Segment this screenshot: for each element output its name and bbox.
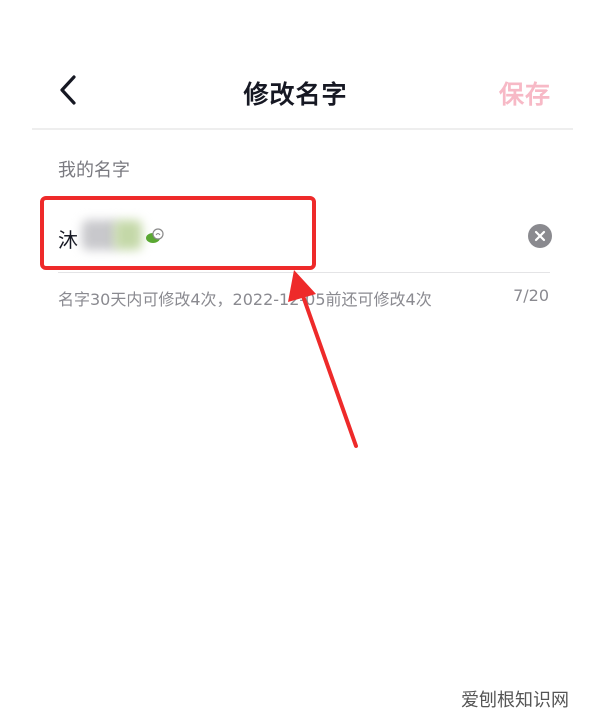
name-label: 我的名字 xyxy=(58,160,130,181)
header-divider xyxy=(32,128,573,130)
character-counter: 7/20 xyxy=(513,286,549,305)
input-underline xyxy=(58,272,550,273)
clear-circle-icon xyxy=(534,230,546,242)
clear-button[interactable] xyxy=(528,224,552,248)
save-button[interactable]: 保存 xyxy=(499,75,551,111)
annotation-highlight-box xyxy=(40,196,316,270)
top-bar: 修改名字 保存 xyxy=(0,60,591,124)
watermark: 爱刨根知识网 xyxy=(461,690,569,711)
edit-limit-hint: 名字30天内可修改4次，2022-12-05前还可修改4次 xyxy=(58,290,432,309)
